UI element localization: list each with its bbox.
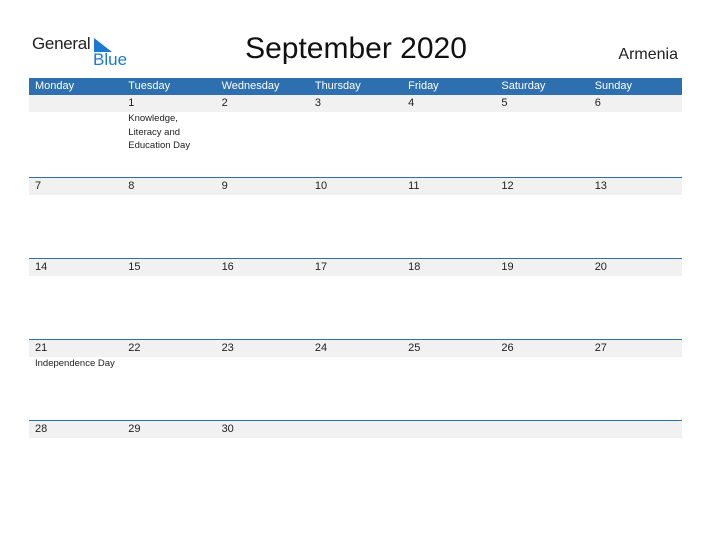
day-cell: 6 <box>589 95 682 153</box>
day-cell: 11 <box>402 178 495 195</box>
day-cell: 12 <box>495 178 588 195</box>
week-row: 7 8 9 10 11 12 13 <box>29 177 682 258</box>
day-number: 25 <box>408 342 421 354</box>
day-cell: 13 <box>589 178 682 195</box>
day-cell: 3 <box>309 95 402 153</box>
week-row: 28 29 30 <box>29 420 682 501</box>
day-number: 21 <box>35 342 48 354</box>
week-cells: 21 Independence Day 22 23 24 25 26 27 <box>29 340 682 371</box>
weekday-friday: Friday <box>408 80 439 92</box>
day-number: 2 <box>221 97 228 109</box>
day-number: 16 <box>221 261 234 273</box>
day-number: 24 <box>314 342 328 354</box>
day-cell: 2 <box>216 95 309 153</box>
day-cell: 19 <box>495 259 588 276</box>
day-number: 27 <box>594 342 607 354</box>
day-number: 6 <box>594 97 601 109</box>
day-cell: 26 <box>495 340 588 371</box>
day-number: 14 <box>35 261 48 273</box>
day-number: 8 <box>128 180 135 192</box>
weekday-wednesday: Wednesday <box>221 80 280 92</box>
weekday-thursday: Thursday <box>314 80 361 92</box>
day-number: 9 <box>221 180 228 192</box>
day-number: 26 <box>501 342 514 354</box>
weekday-saturday: Saturday <box>501 80 546 92</box>
day-cell <box>402 421 495 438</box>
day-number <box>315 421 402 438</box>
calendar-grid: Monday Tuesday Wednesday Thursday Friday… <box>29 78 682 501</box>
week-row: 14 15 16 17 18 19 20 <box>29 258 682 339</box>
day-cell: 4 <box>402 95 495 153</box>
week-cells: 1 Knowledge, Literacy and Education Day 2 3… <box>29 95 682 153</box>
day-number: 15 <box>128 261 141 273</box>
day-cell: 10 <box>309 178 402 195</box>
day-number: 20 <box>594 261 607 273</box>
day-cell <box>29 95 122 153</box>
week-row: 1 Knowledge, Literacy and Education Day 2 3… <box>29 95 682 177</box>
day-cell <box>495 421 588 438</box>
day-cell: 27 <box>589 340 682 371</box>
day-cell: 7 <box>29 178 122 195</box>
day-number <box>501 421 588 438</box>
day-cell: 24 <box>309 340 402 371</box>
day-number: 17 <box>314 261 328 273</box>
day-cell: 29 <box>122 421 215 438</box>
day-number: 19 <box>501 261 514 273</box>
day-cell: 30 <box>216 421 309 438</box>
day-cell: 9 <box>216 178 309 195</box>
day-number: 12 <box>501 180 514 192</box>
day-cell <box>589 421 682 438</box>
day-number: 13 <box>594 180 607 192</box>
day-number: 11 <box>408 180 420 192</box>
day-cell: 17 <box>309 259 402 276</box>
day-number <box>595 421 682 438</box>
day-cell: 16 <box>216 259 309 276</box>
day-number: 18 <box>408 261 421 273</box>
day-number: 22 <box>128 342 141 354</box>
day-cell <box>309 421 402 438</box>
day-cell: 1 Knowledge, Literacy and Education Day <box>122 95 215 153</box>
day-cell: 8 <box>122 178 215 195</box>
day-number: 23 <box>221 342 234 354</box>
calendar-title: September 2020 <box>245 32 467 65</box>
day-number: 28 <box>35 423 48 435</box>
day-cell: 25 <box>402 340 495 371</box>
day-number: 7 <box>35 180 42 192</box>
day-number: 3 <box>314 97 321 109</box>
weekday-monday: Monday <box>35 80 75 92</box>
day-number: 1 <box>128 97 135 109</box>
weekday-header: Monday Tuesday Wednesday Thursday Friday… <box>29 78 682 95</box>
weekday-tuesday: Tuesday <box>128 80 171 92</box>
day-cell: 15 <box>122 259 215 276</box>
holiday-label: Independence Day <box>35 358 115 369</box>
day-cell: 23 <box>216 340 309 371</box>
weeks-container: 1 Knowledge, Literacy and Education Day 2 3… <box>29 95 682 501</box>
day-cell: 28 <box>29 421 122 438</box>
country-label: Armenia <box>618 46 678 63</box>
day-cell: 14 <box>29 259 122 276</box>
day-cell: 20 <box>589 259 682 276</box>
day-number <box>408 421 495 438</box>
week-cells: 28 29 30 <box>29 421 682 438</box>
week-cells: 14 15 16 17 18 19 20 <box>29 259 682 276</box>
day-number: 10 <box>314 180 328 192</box>
day-number <box>35 95 122 112</box>
day-cell: 5 <box>495 95 588 153</box>
day-number: 5 <box>501 97 508 109</box>
day-number: 30 <box>221 423 234 435</box>
day-cell: 22 <box>122 340 215 371</box>
week-cells: 7 8 9 10 11 12 13 <box>29 178 682 195</box>
day-cell: 21 Independence Day <box>29 340 122 371</box>
day-number: 4 <box>408 97 415 109</box>
holiday-label: Knowledge, Literacy and Education Day <box>128 113 191 151</box>
day-number: 29 <box>128 423 141 435</box>
day-cell: 18 <box>402 259 495 276</box>
weekday-sunday: Sunday <box>594 80 632 92</box>
week-row: 21 Independence Day 22 23 24 25 26 27 <box>29 339 682 420</box>
